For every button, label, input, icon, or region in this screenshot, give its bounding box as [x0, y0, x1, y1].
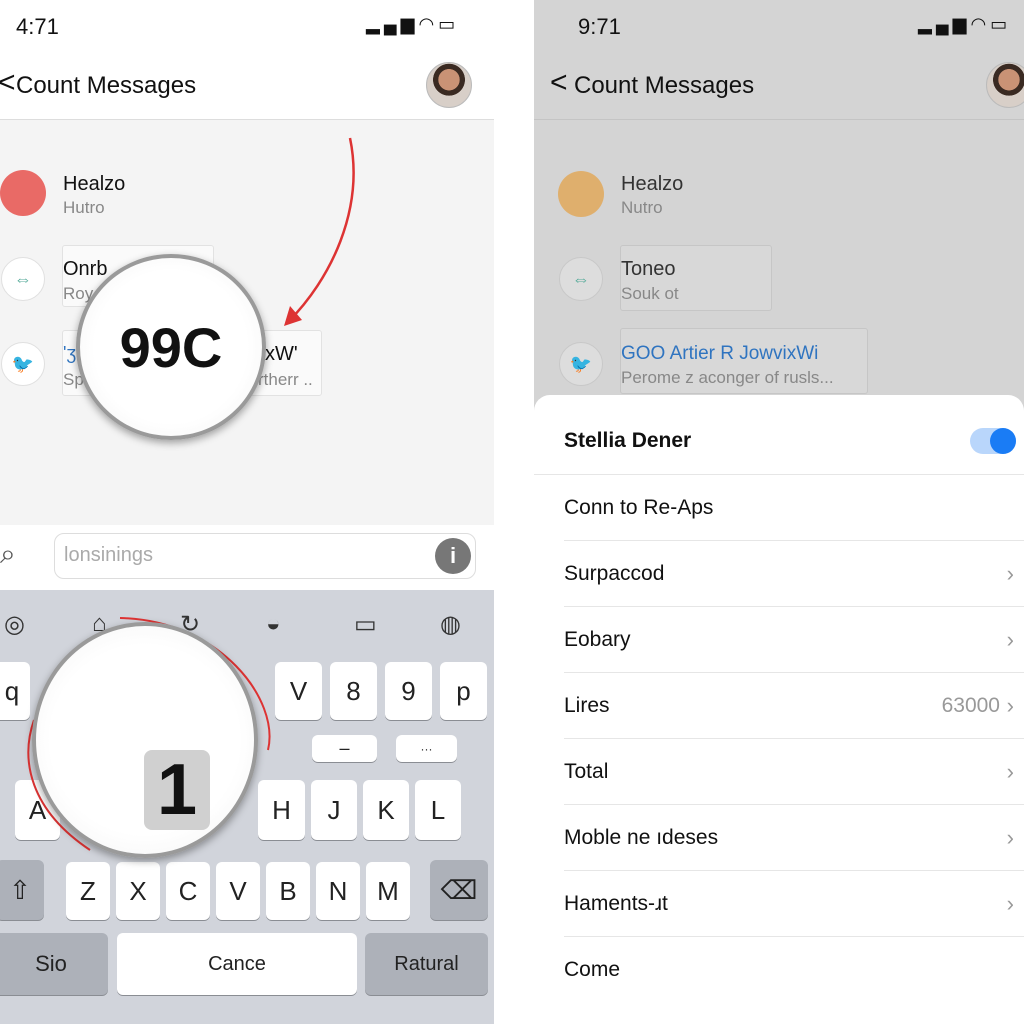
contact-avatar-orange	[558, 171, 604, 217]
info-icon[interactable]: i	[435, 538, 471, 574]
header: < Count Messages	[534, 60, 1024, 120]
settings-row[interactable]: Haments-ɹt ›	[564, 871, 1024, 937]
key-l[interactable]: L	[415, 780, 461, 840]
page-title: Count Messages	[574, 72, 755, 99]
key-n[interactable]: N	[316, 862, 360, 920]
key-z[interactable]: Z	[66, 862, 110, 920]
settings-row[interactable]: Lires 63000 ›	[564, 673, 1024, 739]
key-dash[interactable]: –	[312, 735, 377, 762]
chevron-right-icon: ›	[1006, 626, 1014, 652]
signal-icon: ▂▄▆	[366, 14, 419, 34]
list-item-sub: Hutro	[63, 198, 105, 217]
list-item-sub: Souk ot	[621, 284, 679, 303]
list-item-sub-right: rtherr ..	[258, 370, 313, 389]
key-b[interactable]: B	[266, 862, 310, 920]
header: < Count Messages	[0, 60, 494, 120]
list-item-sub: Perome z aconger of rusls...	[621, 368, 834, 387]
row-label: Conn to Re-Aps	[564, 495, 714, 519]
chevron-right-icon: ›	[1006, 758, 1014, 784]
wifi-icon: ◠	[970, 14, 991, 34]
twitter-bird-icon: 🐦	[1, 342, 45, 386]
battery-icon: ▭	[990, 14, 1012, 34]
key-x[interactable]: X	[116, 862, 160, 920]
toggle-switch[interactable]	[970, 428, 1016, 454]
settings-row[interactable]: Total ›	[564, 739, 1024, 805]
list-item-name-right: xW'	[265, 343, 298, 365]
contact-icon: ⇔	[559, 257, 603, 301]
row-label: Total	[564, 759, 609, 783]
settings-row[interactable]: Eobary ›	[564, 607, 1024, 673]
left-phone-screen: 4:71 ▂▄▆◠▭ < Count Messages Healzo Hutro…	[0, 0, 494, 1024]
square-icon[interactable]: ▭	[354, 610, 377, 639]
row-value: 63000	[941, 693, 1000, 717]
page-title: Count Messages	[16, 72, 197, 99]
contact-avatar-red	[0, 170, 46, 216]
key-v[interactable]: V	[275, 662, 322, 720]
list-item-name[interactable]: Healzo	[621, 173, 683, 196]
settings-sheet: Stellia Dener Conn to Re-Aps Surpaccod › …	[534, 395, 1024, 1024]
wifi-icon: ◠	[418, 14, 439, 34]
signal-icon: ▂▄▆	[918, 14, 971, 34]
contact-icon: ⇔	[1, 257, 45, 301]
key-9[interactable]: 9	[385, 662, 432, 720]
toggle-knob	[990, 428, 1016, 454]
magnified-key: 1	[144, 750, 210, 830]
avatar[interactable]	[986, 62, 1024, 108]
chevron-right-icon: ›	[1006, 824, 1014, 850]
avatar[interactable]	[426, 62, 472, 108]
key-magnifier: 1	[32, 622, 258, 858]
search-placeholder: lonsinings	[64, 544, 153, 566]
settings-row[interactable]: Conn to Re-Aps	[564, 475, 1024, 541]
list-item-name[interactable]: Healzo	[63, 173, 125, 196]
twitter-bird-icon: 🐦	[559, 342, 603, 386]
key-m[interactable]: M	[366, 862, 410, 920]
red-arrow-annotation	[284, 137, 355, 326]
delete-icon: ⌫	[440, 874, 478, 905]
settings-row[interactable]: Surpaccod ›	[564, 541, 1024, 607]
apple-icon[interactable]: ◍	[440, 610, 461, 639]
list-item-name: Toneo	[621, 258, 676, 280]
magnified-text: 99C	[119, 315, 223, 379]
back-chevron-icon[interactable]: <	[550, 66, 568, 100]
list-item-link[interactable]: GOO Artier R JowvixWi	[621, 343, 818, 365]
status-icons: ▂▄▆◠▭	[918, 14, 1011, 35]
status-time: 4:71	[16, 14, 59, 39]
space-key[interactable]: Cance	[117, 933, 357, 995]
row-label: Moble ne ıdeses	[564, 825, 719, 849]
right-phone-screen: 9:71 ▂▄▆◠▭ < Count Messages Healzo Nutro…	[534, 0, 1024, 1024]
sheet-title: Stellia Dener	[564, 429, 692, 452]
chevron-right-icon: ›	[1006, 890, 1014, 916]
list-item-name: 'ʒ	[63, 343, 77, 363]
row-label: Lires	[564, 693, 610, 717]
row-label: Come	[564, 958, 621, 981]
key-ellipsis[interactable]: ···	[396, 735, 457, 762]
row-label: Eobary	[564, 627, 631, 651]
delete-key[interactable]: ⌫	[430, 860, 488, 920]
search-icon[interactable]: ⌕	[0, 538, 16, 571]
key-p[interactable]: p	[440, 662, 487, 720]
key-k[interactable]: K	[363, 780, 409, 840]
magnifier: 99C	[76, 254, 266, 440]
row-label: Surpaccod	[564, 561, 665, 585]
key-c[interactable]: C	[166, 862, 210, 920]
key-8[interactable]: 8	[330, 662, 377, 720]
shift-icon: ⇧	[9, 874, 31, 905]
key-j[interactable]: J	[311, 780, 357, 840]
status-time: 9:71	[578, 14, 621, 39]
chevron-right-icon: ›	[1006, 692, 1014, 718]
list-item-name: Onrb	[63, 258, 108, 280]
back-chevron-icon[interactable]: <	[0, 66, 16, 100]
settings-row[interactable]: Moble ne ıdeses ›	[564, 805, 1024, 871]
row-label: Haments-ɹt	[564, 891, 668, 915]
settings-row[interactable]: Come	[564, 937, 1024, 1003]
sio-key[interactable]: Sio	[0, 933, 108, 995]
key-v2[interactable]: V	[216, 862, 260, 920]
list-item-sub: Nutro	[621, 198, 663, 217]
status-icons: ▂▄▆◠▭	[366, 14, 459, 35]
return-key[interactable]: Ratural	[365, 933, 488, 995]
battery-icon: ▭	[438, 14, 460, 34]
chevron-right-icon: ›	[1006, 560, 1014, 586]
